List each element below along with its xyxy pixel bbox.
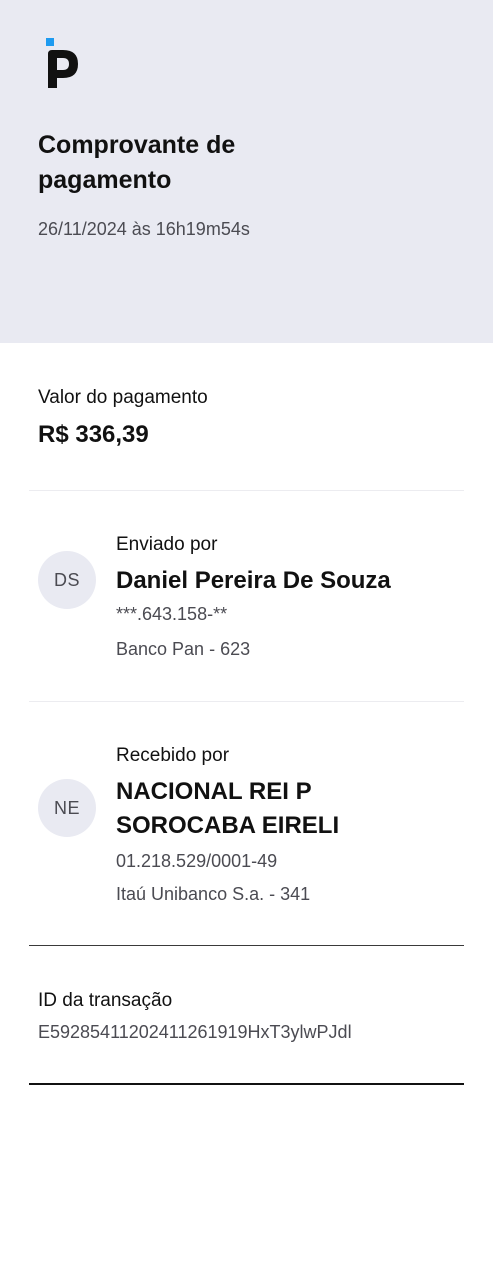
receiver-label: Recebido por: [116, 745, 230, 766]
transaction-id-label: ID da transação: [38, 990, 173, 1011]
receiver-name: NACIONAL REI P SOROCABA EIRELI: [116, 778, 340, 839]
sender-label: Enviado por: [116, 534, 218, 555]
receiver-bank: Itaú Unibanco S.a. - 341: [116, 884, 311, 904]
pan-logo-icon: [46, 38, 78, 88]
receiver-document: 01.218.529/0001-49: [116, 851, 278, 871]
sender-name: Daniel Pereira De Souza: [116, 567, 391, 594]
sender-bank: Banco Pan - 623: [116, 639, 251, 659]
section-divider: [29, 1083, 464, 1085]
section-divider: [29, 701, 464, 702]
section-divider: [29, 490, 464, 491]
section-divider: [29, 945, 464, 946]
sender-avatar: DS: [38, 551, 96, 609]
payment-amount-value: R$ 336,39: [38, 421, 149, 448]
receipt-header: Comprovante de pagamento 26/11/2024 às 1…: [0, 0, 493, 343]
transaction-id-value: E59285411202411261919HxT3ylwPJdl: [38, 1022, 352, 1042]
page-title: Comprovante de pagamento: [38, 131, 236, 194]
sender-document: ***.643.158-**: [116, 604, 228, 624]
payment-amount-label: Valor do pagamento: [38, 387, 208, 408]
receiver-avatar: NE: [38, 779, 96, 837]
payment-datetime: 26/11/2024 às 16h19m54s: [38, 219, 250, 239]
